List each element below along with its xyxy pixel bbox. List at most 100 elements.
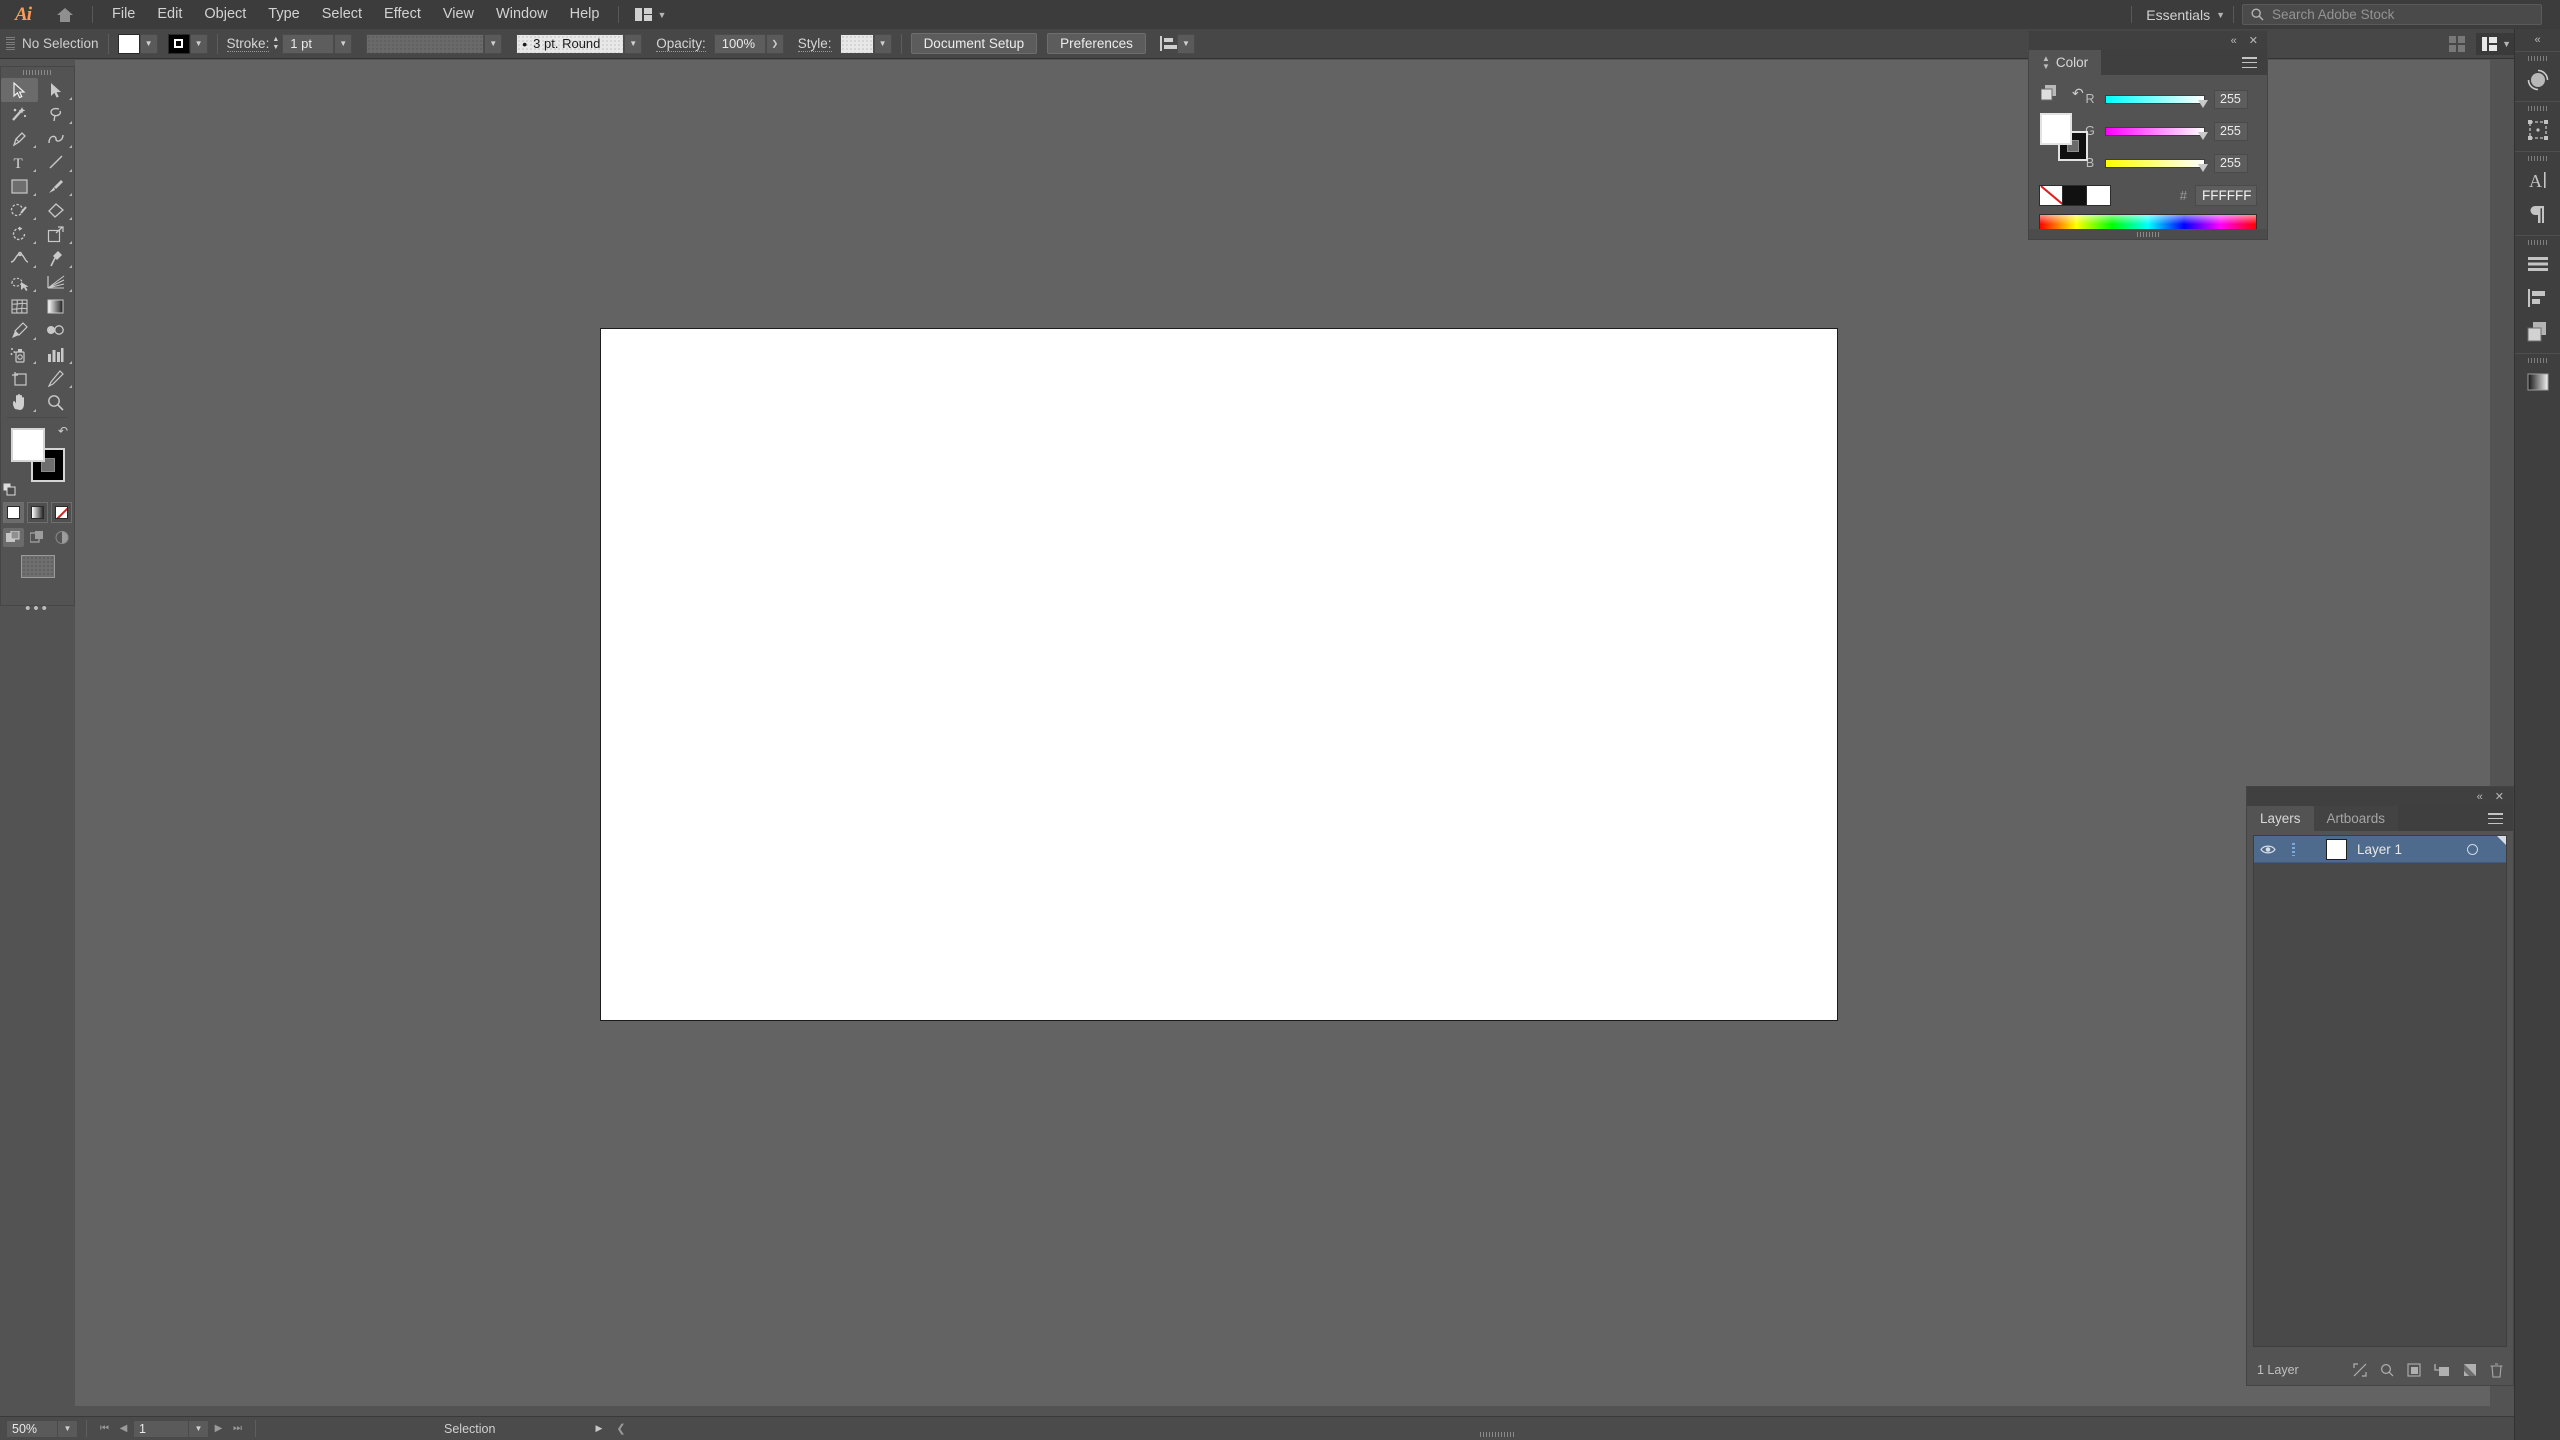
arrange-documents-layout-icon[interactable]: ▼ xyxy=(2476,32,2517,55)
swap-fill-stroke-icon[interactable]: ↶ xyxy=(58,424,68,438)
free-transform-tool[interactable] xyxy=(38,246,75,270)
layers-panel-menu-icon[interactable] xyxy=(2488,813,2513,824)
perspective-grid-tool[interactable] xyxy=(38,270,75,294)
opacity-flyout-icon[interactable]: ❯ xyxy=(765,33,784,54)
dock-grip[interactable] xyxy=(2515,356,2560,365)
workspace-switcher-label[interactable]: Essentials xyxy=(2140,7,2216,23)
stroke-weight-stepper[interactable]: ▲ ▼ xyxy=(272,36,279,51)
artboard-chevron-down-icon[interactable]: ▼ xyxy=(189,1419,209,1438)
eyedropper-tool[interactable] xyxy=(1,318,38,342)
magic-wand-tool[interactable] xyxy=(1,102,38,126)
arrange-grid-icon[interactable] xyxy=(2449,35,2466,52)
align-icon[interactable] xyxy=(1159,36,1177,51)
channel-value-b[interactable]: 255 xyxy=(2214,153,2248,173)
direct-selection-tool[interactable] xyxy=(38,78,75,102)
canvas-area[interactable] xyxy=(75,60,2490,1406)
slider-track-g[interactable] xyxy=(2105,126,2208,140)
style-label[interactable]: Style: xyxy=(797,36,832,52)
close-panel-icon[interactable]: ✕ xyxy=(2249,34,2258,47)
menu-item-type[interactable]: Type xyxy=(257,0,310,29)
document-setup-button[interactable]: Document Setup xyxy=(910,33,1038,54)
opacity-label[interactable]: Opacity: xyxy=(656,36,706,52)
control-bar-grip[interactable] xyxy=(6,35,15,53)
layers-panel-titlebar[interactable]: « ✕ xyxy=(2247,787,2513,806)
pathfinder-icon[interactable] xyxy=(2515,315,2560,349)
delete-selection-icon[interactable] xyxy=(2490,1362,2503,1378)
color-panel-fill-swatch[interactable] xyxy=(2040,113,2072,145)
menu-item-help[interactable]: Help xyxy=(559,0,611,29)
collapse-dock-icon[interactable]: « xyxy=(2515,29,2560,51)
type-tool[interactable]: T xyxy=(1,150,38,174)
color-panel-menu-icon[interactable] xyxy=(2242,57,2267,68)
dock-grip[interactable] xyxy=(2515,54,2560,63)
previous-artboard-icon[interactable]: ◀ xyxy=(114,1420,133,1438)
opacity-input[interactable]: 100% xyxy=(713,33,766,54)
locate-object-icon[interactable] xyxy=(2353,1363,2367,1377)
next-artboard-icon[interactable]: ▶ xyxy=(209,1420,228,1438)
stroke-swatch[interactable] xyxy=(167,33,190,54)
zoom-tool[interactable] xyxy=(38,390,75,414)
fill-chevron-down-icon[interactable]: ▼ xyxy=(139,33,158,54)
brush-definition-chevron-down-icon[interactable]: ▼ xyxy=(624,33,643,54)
variable-width-profile-input[interactable] xyxy=(366,33,485,54)
draw-normal-mode-button[interactable] xyxy=(3,528,24,547)
align-chevron-down-icon[interactable]: ▼ xyxy=(1176,33,1195,54)
artboard-tool[interactable] xyxy=(1,366,38,390)
stroke-weight-chevron-down-icon[interactable]: ▼ xyxy=(334,33,353,54)
none-swatch[interactable] xyxy=(2039,185,2063,206)
artboard-number-input[interactable]: 1 xyxy=(133,1419,189,1438)
color-slider-r[interactable]: R 255 xyxy=(2084,83,2257,115)
scale-tool[interactable] xyxy=(38,222,75,246)
gradient-fill-mode-button[interactable] xyxy=(27,502,48,523)
workspace-chevron-down-icon[interactable]: ▼ xyxy=(2216,10,2225,20)
play-icon[interactable]: ▶ xyxy=(595,1423,602,1434)
search-adobe-stock-input[interactable]: Search Adobe Stock xyxy=(2242,4,2542,25)
align-objects-icon[interactable] xyxy=(2515,281,2560,315)
color-slider-g[interactable]: G 255 xyxy=(2084,115,2257,147)
lasso-tool[interactable] xyxy=(38,102,75,126)
slider-thumb-g[interactable] xyxy=(2198,131,2208,140)
create-new-sublayer-icon[interactable] xyxy=(2434,1363,2450,1377)
width-tool[interactable] xyxy=(1,246,38,270)
rotate-tool[interactable] xyxy=(1,222,38,246)
channel-value-g[interactable]: 255 xyxy=(2214,121,2248,141)
edit-toolbar-icon[interactable]: ••• xyxy=(1,600,74,617)
tools-panel-grip[interactable] xyxy=(1,67,74,78)
menu-item-effect[interactable]: Effect xyxy=(373,0,432,29)
menu-item-view[interactable]: View xyxy=(432,0,485,29)
shaper-tool[interactable] xyxy=(1,198,38,222)
layer-name-label[interactable]: Layer 1 xyxy=(2357,842,2402,857)
color-panel-titlebar[interactable]: « ✕ xyxy=(2029,31,2267,50)
menu-item-edit[interactable]: Edit xyxy=(146,0,193,29)
tab-layers[interactable]: Layers xyxy=(2247,806,2314,831)
column-graph-tool[interactable] xyxy=(38,342,75,366)
zoom-chevron-down-icon[interactable]: ▼ xyxy=(58,1419,78,1438)
stroke-weight-input[interactable]: 1 pt xyxy=(282,33,335,54)
fill-stroke-proxy-icon[interactable] xyxy=(2041,85,2058,102)
mesh-tool[interactable] xyxy=(1,294,38,318)
make-clipping-mask-icon[interactable] xyxy=(2407,1363,2421,1377)
fill-swatch[interactable] xyxy=(117,33,140,54)
tab-artboards[interactable]: Artboards xyxy=(2313,806,2399,831)
layer-target-icon[interactable] xyxy=(2467,843,2478,855)
properties-transform-icon[interactable] xyxy=(2515,113,2560,147)
horizontal-scrollbar[interactable] xyxy=(1480,1432,1514,1437)
zoom-level-input[interactable]: 50% xyxy=(6,1419,58,1438)
arrange-documents-icon[interactable]: ▼ xyxy=(627,0,674,29)
draw-inside-mode-button[interactable] xyxy=(51,528,72,547)
collapse-panel-icon[interactable]: « xyxy=(2477,791,2483,803)
layer-lock-toggle[interactable] xyxy=(2282,842,2304,856)
preferences-button[interactable]: Preferences xyxy=(1047,33,1146,54)
slider-track-r[interactable] xyxy=(2105,94,2208,108)
black-swatch[interactable] xyxy=(2063,185,2087,206)
change-screen-mode-button[interactable] xyxy=(1,555,74,578)
menu-item-object[interactable]: Object xyxy=(193,0,257,29)
search-layer-icon[interactable] xyxy=(2380,1363,2394,1377)
channel-value-r[interactable]: 255 xyxy=(2214,89,2248,109)
color-panel-resize-grip[interactable] xyxy=(2029,229,2267,239)
selection-tool[interactable] xyxy=(1,78,38,102)
character-icon[interactable]: A xyxy=(2515,163,2560,197)
slider-thumb-r[interactable] xyxy=(2198,99,2208,108)
stroke-color-control[interactable]: ▼ xyxy=(167,33,208,54)
color-slider-b[interactable]: B 255 xyxy=(2084,147,2257,179)
